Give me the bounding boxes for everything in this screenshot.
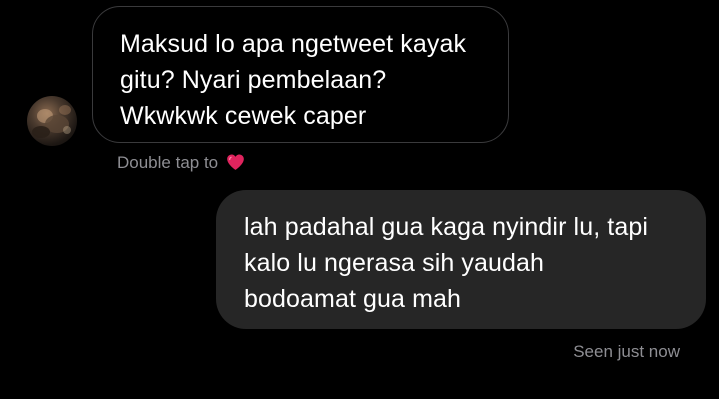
incoming-message-text: Maksud lo apa ngetweet kayak gitu? Nyari… xyxy=(120,30,467,130)
incoming-message-bubble[interactable]: Maksud lo apa ngetweet kayak gitu? Nyari… xyxy=(92,6,509,143)
profile-avatar-icon xyxy=(32,105,71,138)
seen-status: Seen just now xyxy=(573,342,680,361)
double-tap-hint: Double tap to xyxy=(117,152,245,174)
red-heart-icon xyxy=(226,153,245,171)
sender-avatar[interactable] xyxy=(27,96,77,146)
outgoing-message-bubble[interactable]: lah padahal gua kaga nyindir lu, tapi ka… xyxy=(216,190,706,329)
double-tap-hint-label: Double tap to xyxy=(117,153,219,172)
outgoing-message-text: lah padahal gua kaga nyindir lu, tapi ka… xyxy=(244,213,648,313)
